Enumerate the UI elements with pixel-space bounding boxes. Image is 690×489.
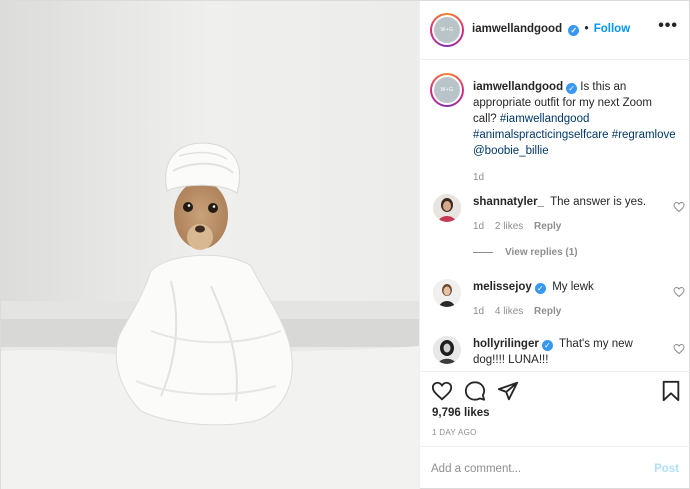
heart-icon[interactable] [431, 380, 453, 402]
comment-body: The answer is yes. [550, 196, 647, 208]
comment-likes[interactable]: 4 likes [495, 306, 523, 317]
instagram-post: W+G iamwellandgood ✓ • Follow ••• W+G ia… [0, 0, 690, 489]
hashtag-link[interactable]: #regramlove [612, 129, 676, 141]
comment-item: melissejoy ✓ My lewk 1d 4 likes Reply [430, 279, 685, 329]
commenter-avatar-image [433, 279, 461, 307]
share-icon[interactable] [497, 380, 519, 402]
commenter-avatar[interactable] [433, 194, 461, 222]
comment-body: My lewk [552, 281, 594, 293]
caption-age[interactable]: 1d [473, 172, 484, 183]
reply-button[interactable]: Reply [534, 221, 561, 232]
author-username[interactable]: iamwellandgood [472, 23, 562, 35]
caption-avatar-image: W+G [434, 77, 460, 103]
commenter-avatar[interactable] [433, 336, 461, 364]
post-comment-button[interactable]: Post [654, 463, 679, 475]
separator-dot: • [584, 23, 589, 35]
header-user-line: iamwellandgood ✓ • Follow [472, 23, 630, 36]
commenter-avatar-image [433, 336, 461, 364]
comment-text: shannatyler_ The answer is yes. [473, 194, 658, 210]
caption-author-avatar[interactable]: W+G [430, 73, 464, 107]
comment-likes[interactable]: 2 likes [495, 221, 523, 232]
commenter-avatar-image [433, 194, 461, 222]
author-avatar-image: W+G [434, 17, 460, 43]
view-replies-label: View replies (1) [505, 247, 578, 258]
comment-icon[interactable] [464, 380, 486, 402]
comment-age[interactable]: 1d [473, 221, 484, 232]
add-comment-bar: Post [420, 446, 690, 489]
commenter-username[interactable]: hollyrilinger [473, 338, 539, 350]
comment-heart-icon[interactable] [673, 201, 685, 213]
verified-badge-icon: ✓ [534, 283, 546, 294]
comment-item: shannatyler_ The answer is yes. 1d 2 lik… [430, 194, 685, 244]
hashtag-link[interactable]: #iamwellandgood [500, 113, 590, 125]
post-timestamp[interactable]: 1 DAY AGO [432, 428, 477, 437]
more-options-icon[interactable]: ••• [658, 17, 678, 35]
mention-link[interactable]: @boobie_billie [473, 145, 549, 157]
commenter-username[interactable]: melissejoy [473, 281, 532, 293]
comment-heart-icon[interactable] [673, 343, 685, 355]
commenter-avatar[interactable] [433, 279, 461, 307]
author-avatar[interactable]: W+G [430, 13, 464, 47]
comment-age[interactable]: 1d [473, 306, 484, 317]
view-replies-button[interactable]: View replies (1) [473, 247, 578, 258]
follow-button[interactable]: Follow [594, 23, 630, 35]
likes-count[interactable]: 9,796 likes [432, 407, 490, 419]
comment-heart-icon[interactable] [673, 286, 685, 298]
post-photo[interactable] [1, 1, 419, 489]
hashtag-link[interactable]: #animalspracticingselfcare [473, 129, 609, 141]
caption-text: iamwellandgood ✓ Is this an appropriate o… [473, 79, 678, 159]
reply-button[interactable]: Reply [534, 306, 561, 317]
comment-text: melissejoy ✓ My lewk [473, 279, 658, 295]
verified-badge-icon: ✓ [541, 340, 553, 351]
comments-section[interactable]: W+G iamwellandgood ✓ Is this an appropria… [420, 61, 690, 371]
commenter-username[interactable]: shannatyler_ [473, 196, 544, 208]
post-side-panel: W+G iamwellandgood ✓ • Follow ••• W+G ia… [419, 1, 690, 489]
verified-badge-icon: ✓ [568, 25, 580, 36]
bookmark-icon[interactable] [660, 380, 682, 402]
comment-input[interactable] [431, 459, 641, 479]
verified-badge-icon: ✓ [566, 83, 578, 94]
post-photo-image [1, 1, 419, 489]
comment-meta: 1d 2 likes Reply [473, 221, 569, 232]
post-header: W+G iamwellandgood ✓ • Follow ••• [420, 1, 690, 60]
comment-text: hollyrilinger ✓ That's my new dog!!!! LUN… [473, 336, 658, 368]
comment-meta: 1d 4 likes Reply [473, 306, 569, 317]
comment-item: hollyrilinger ✓ That's my new dog!!!! LUN… [430, 336, 685, 371]
view-replies-line [473, 251, 493, 253]
caption-username[interactable]: iamwellandgood [473, 81, 563, 93]
post-actions: 9,796 likes 1 DAY AGO [420, 371, 690, 446]
